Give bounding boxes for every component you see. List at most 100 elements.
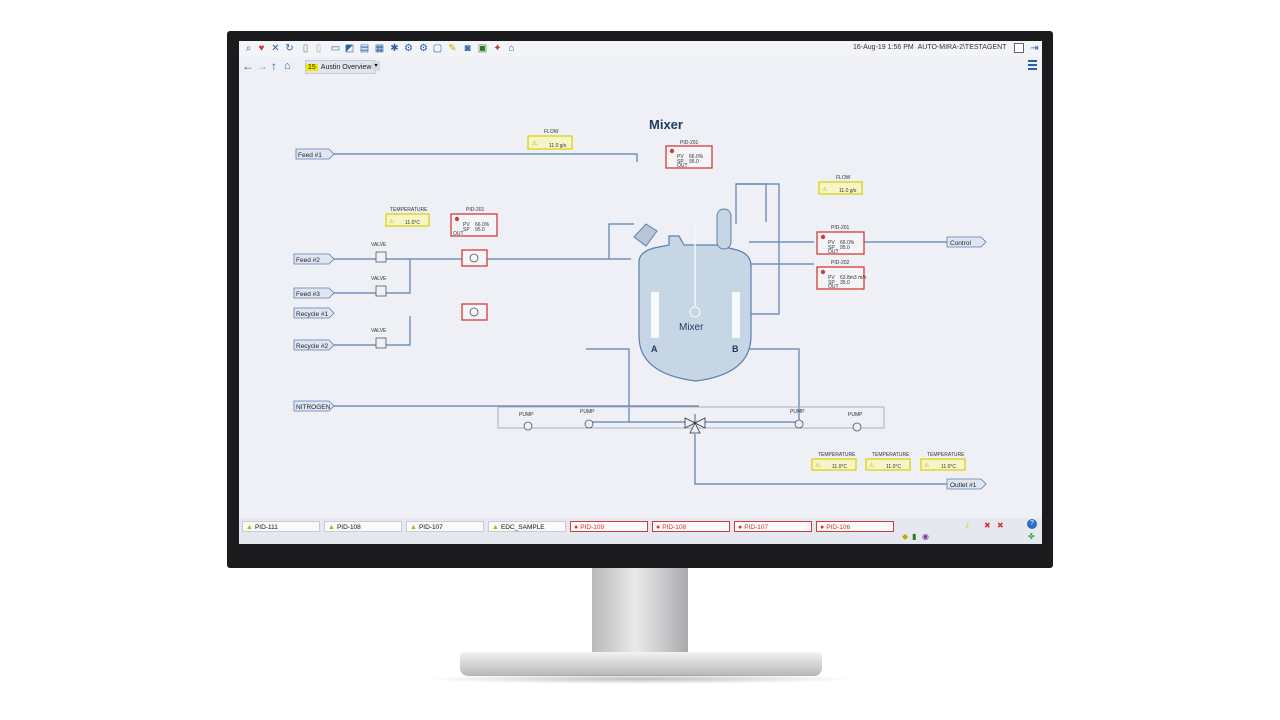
tab-pid-109[interactable]: ● PID-109	[570, 521, 648, 532]
pid201-left-sp-label: SP	[463, 227, 470, 233]
pump1-label: PUMP	[519, 412, 534, 418]
pump3-label: PUMP	[790, 409, 805, 415]
alarm-icon: ●	[656, 524, 661, 531]
restore-window-button[interactable]	[1014, 43, 1024, 53]
highlight-icon[interactable]: ✎	[447, 43, 458, 54]
chevron-down-icon[interactable]: ▾	[372, 61, 380, 71]
help-icon[interactable]: ?	[1027, 519, 1037, 529]
home-icon[interactable]: ⌂	[284, 59, 291, 73]
valve1-icon	[375, 251, 387, 263]
pid202-faceplate: PID-202 PV 63.8m3 m/h SP 35.0 OUT	[816, 260, 867, 290]
tab-pid-107-alarm[interactable]: ● PID-107	[734, 521, 812, 532]
monitor-stand-base	[460, 652, 822, 676]
bell-icon[interactable]: ♪	[965, 520, 970, 530]
display-breadcrumb[interactable]: 15 Austin Overview	[305, 60, 377, 74]
diagram-title: Mixer	[649, 117, 683, 132]
temp-b2-value: 11.0°C	[886, 464, 901, 470]
pid201-left-out: OUT	[453, 231, 464, 237]
warning-icon: ⚠	[869, 462, 875, 469]
heart-icon[interactable]: ♥	[256, 43, 267, 54]
tab-label: PID-109	[580, 524, 605, 531]
back-arrow-icon[interactable]: ←	[242, 59, 254, 73]
exit-icon[interactable]: ⇥	[1029, 43, 1040, 54]
tab-pid-111[interactable]: ▲ PID-111	[242, 521, 320, 532]
vessel-label: Mixer	[679, 322, 704, 333]
report-icon[interactable]: ⌂	[506, 43, 517, 54]
pid201-right-title: PID-201	[831, 225, 850, 231]
pid201-top-out: OUT	[677, 163, 688, 169]
tool-icon-a[interactable]: ⚙	[418, 43, 429, 54]
tab-label: PID-108	[336, 524, 361, 531]
pump4-icon	[852, 422, 862, 432]
tab-pid-106[interactable]: ● PID-106	[816, 521, 894, 532]
display-icon[interactable]: ▭	[330, 43, 341, 54]
tab-label: PID-108	[662, 524, 687, 531]
chart-icon[interactable]: ▤	[359, 43, 370, 54]
alarm-icon: ●	[574, 524, 579, 531]
refresh-icon[interactable]: ↻	[284, 43, 295, 54]
up-arrow-icon[interactable]: ↑	[271, 59, 277, 73]
valve1-label: VALVE	[371, 242, 387, 248]
tab-label: PID-107	[418, 524, 443, 531]
tools-icon[interactable]: ✕	[270, 43, 281, 54]
alarm-ack-icon[interactable]: ✖	[997, 521, 1004, 530]
tab-edc-sample[interactable]: ▲ EDC_SAMPLE	[488, 521, 566, 532]
valve3-icon	[375, 337, 387, 349]
pid202-sp: 35.0	[840, 280, 850, 286]
alarm-icon: ●	[820, 524, 825, 531]
status-icon-a[interactable]: ◆	[902, 532, 908, 541]
search-icon[interactable]: ⌕	[243, 43, 254, 54]
settings-icon[interactable]: ⚙	[403, 43, 414, 54]
pid202-out: OUT	[828, 284, 839, 290]
temp-b3-title: TEMPERATURE	[927, 452, 965, 458]
flow-left-value: 11.0 g/s	[549, 143, 567, 149]
monitor-stand-shadow	[420, 674, 860, 684]
tab-pid-107[interactable]: ▲ PID-107	[406, 521, 484, 532]
pid201-faceplate-left: PID-201 PV 66.0% SP 95.0 OUT	[450, 207, 498, 237]
screen: ⌕ ♥ ✕ ↻ ▯ ▯ ▭ ◩ ▤ ▦ ✱ ⚙ ⚙ ▢ ✎ ◙ ▣ ✦ ⌂ 16…	[239, 41, 1042, 544]
pid201-right-out: OUT	[828, 249, 839, 255]
alarm-silence-icon[interactable]: ✖	[984, 521, 991, 530]
document-icon[interactable]: ▯	[300, 43, 311, 54]
status-icon-b[interactable]: ▮	[912, 532, 916, 541]
warning-icon: ▲	[246, 524, 253, 531]
tab-pid-108[interactable]: ▲ PID-108	[324, 521, 402, 532]
forward-arrow-icon[interactable]: →	[256, 59, 268, 73]
condenser-pipe-a	[735, 183, 767, 224]
inlet-nitrogen-label: NITROGEN	[296, 404, 331, 411]
control-valve-1	[461, 249, 488, 267]
menu-icon[interactable]	[1028, 60, 1037, 70]
pid201-right-sp: 95.0	[840, 245, 850, 251]
pid202-title: PID-202	[831, 260, 850, 266]
display-number: 15	[306, 63, 318, 71]
inlet-pipe-a	[608, 223, 634, 259]
temp-b2-title: TEMPERATURE	[872, 452, 910, 458]
grid-icon[interactable]: ▦	[374, 43, 385, 54]
temperature-faceplates-bottom: TEMPERATURE ⚠ 11.0°C TEMPERATURE ⚠ 11.0°…	[811, 452, 966, 471]
trend-pen-icon[interactable]: ✦	[492, 43, 503, 54]
monitor-stand-neck	[592, 568, 688, 656]
apps-grid-icon[interactable]: ✤	[1028, 532, 1035, 541]
tab-pid-108-alarm[interactable]: ● PID-108	[652, 521, 730, 532]
temperature-faceplate-left: TEMPERATURE ⚠ 11.0°C	[385, 207, 430, 227]
window-icon[interactable]: ▢	[432, 43, 443, 54]
temp-left-title: TEMPERATURE	[390, 207, 428, 213]
alarm-icon[interactable]: ✱	[389, 43, 400, 54]
mixer-vessel: Mixer A B	[633, 208, 752, 382]
status-icon-c[interactable]: ◉	[922, 532, 929, 541]
pump3-icon	[794, 419, 804, 429]
blank-doc-icon[interactable]: ▯	[313, 43, 324, 54]
feed1-pipe	[334, 153, 638, 162]
outlet-control-label: Control	[950, 240, 972, 247]
image-icon[interactable]: ▣	[477, 43, 488, 54]
alarm-icon: ●	[738, 524, 743, 531]
pumps: PUMP PUMP PUMP PUMP	[519, 409, 863, 434]
trend-icon[interactable]: ◩	[344, 43, 355, 54]
camera-icon[interactable]: ◙	[462, 43, 473, 54]
temp-b1-value: 11.0°C	[832, 464, 847, 470]
tab-label: PID-111	[254, 524, 278, 531]
tab-label: PID-107	[744, 524, 769, 531]
vessel-side-a: A	[651, 344, 658, 354]
alarm-icon	[669, 148, 675, 154]
valve2-label: VALVE	[371, 276, 387, 282]
